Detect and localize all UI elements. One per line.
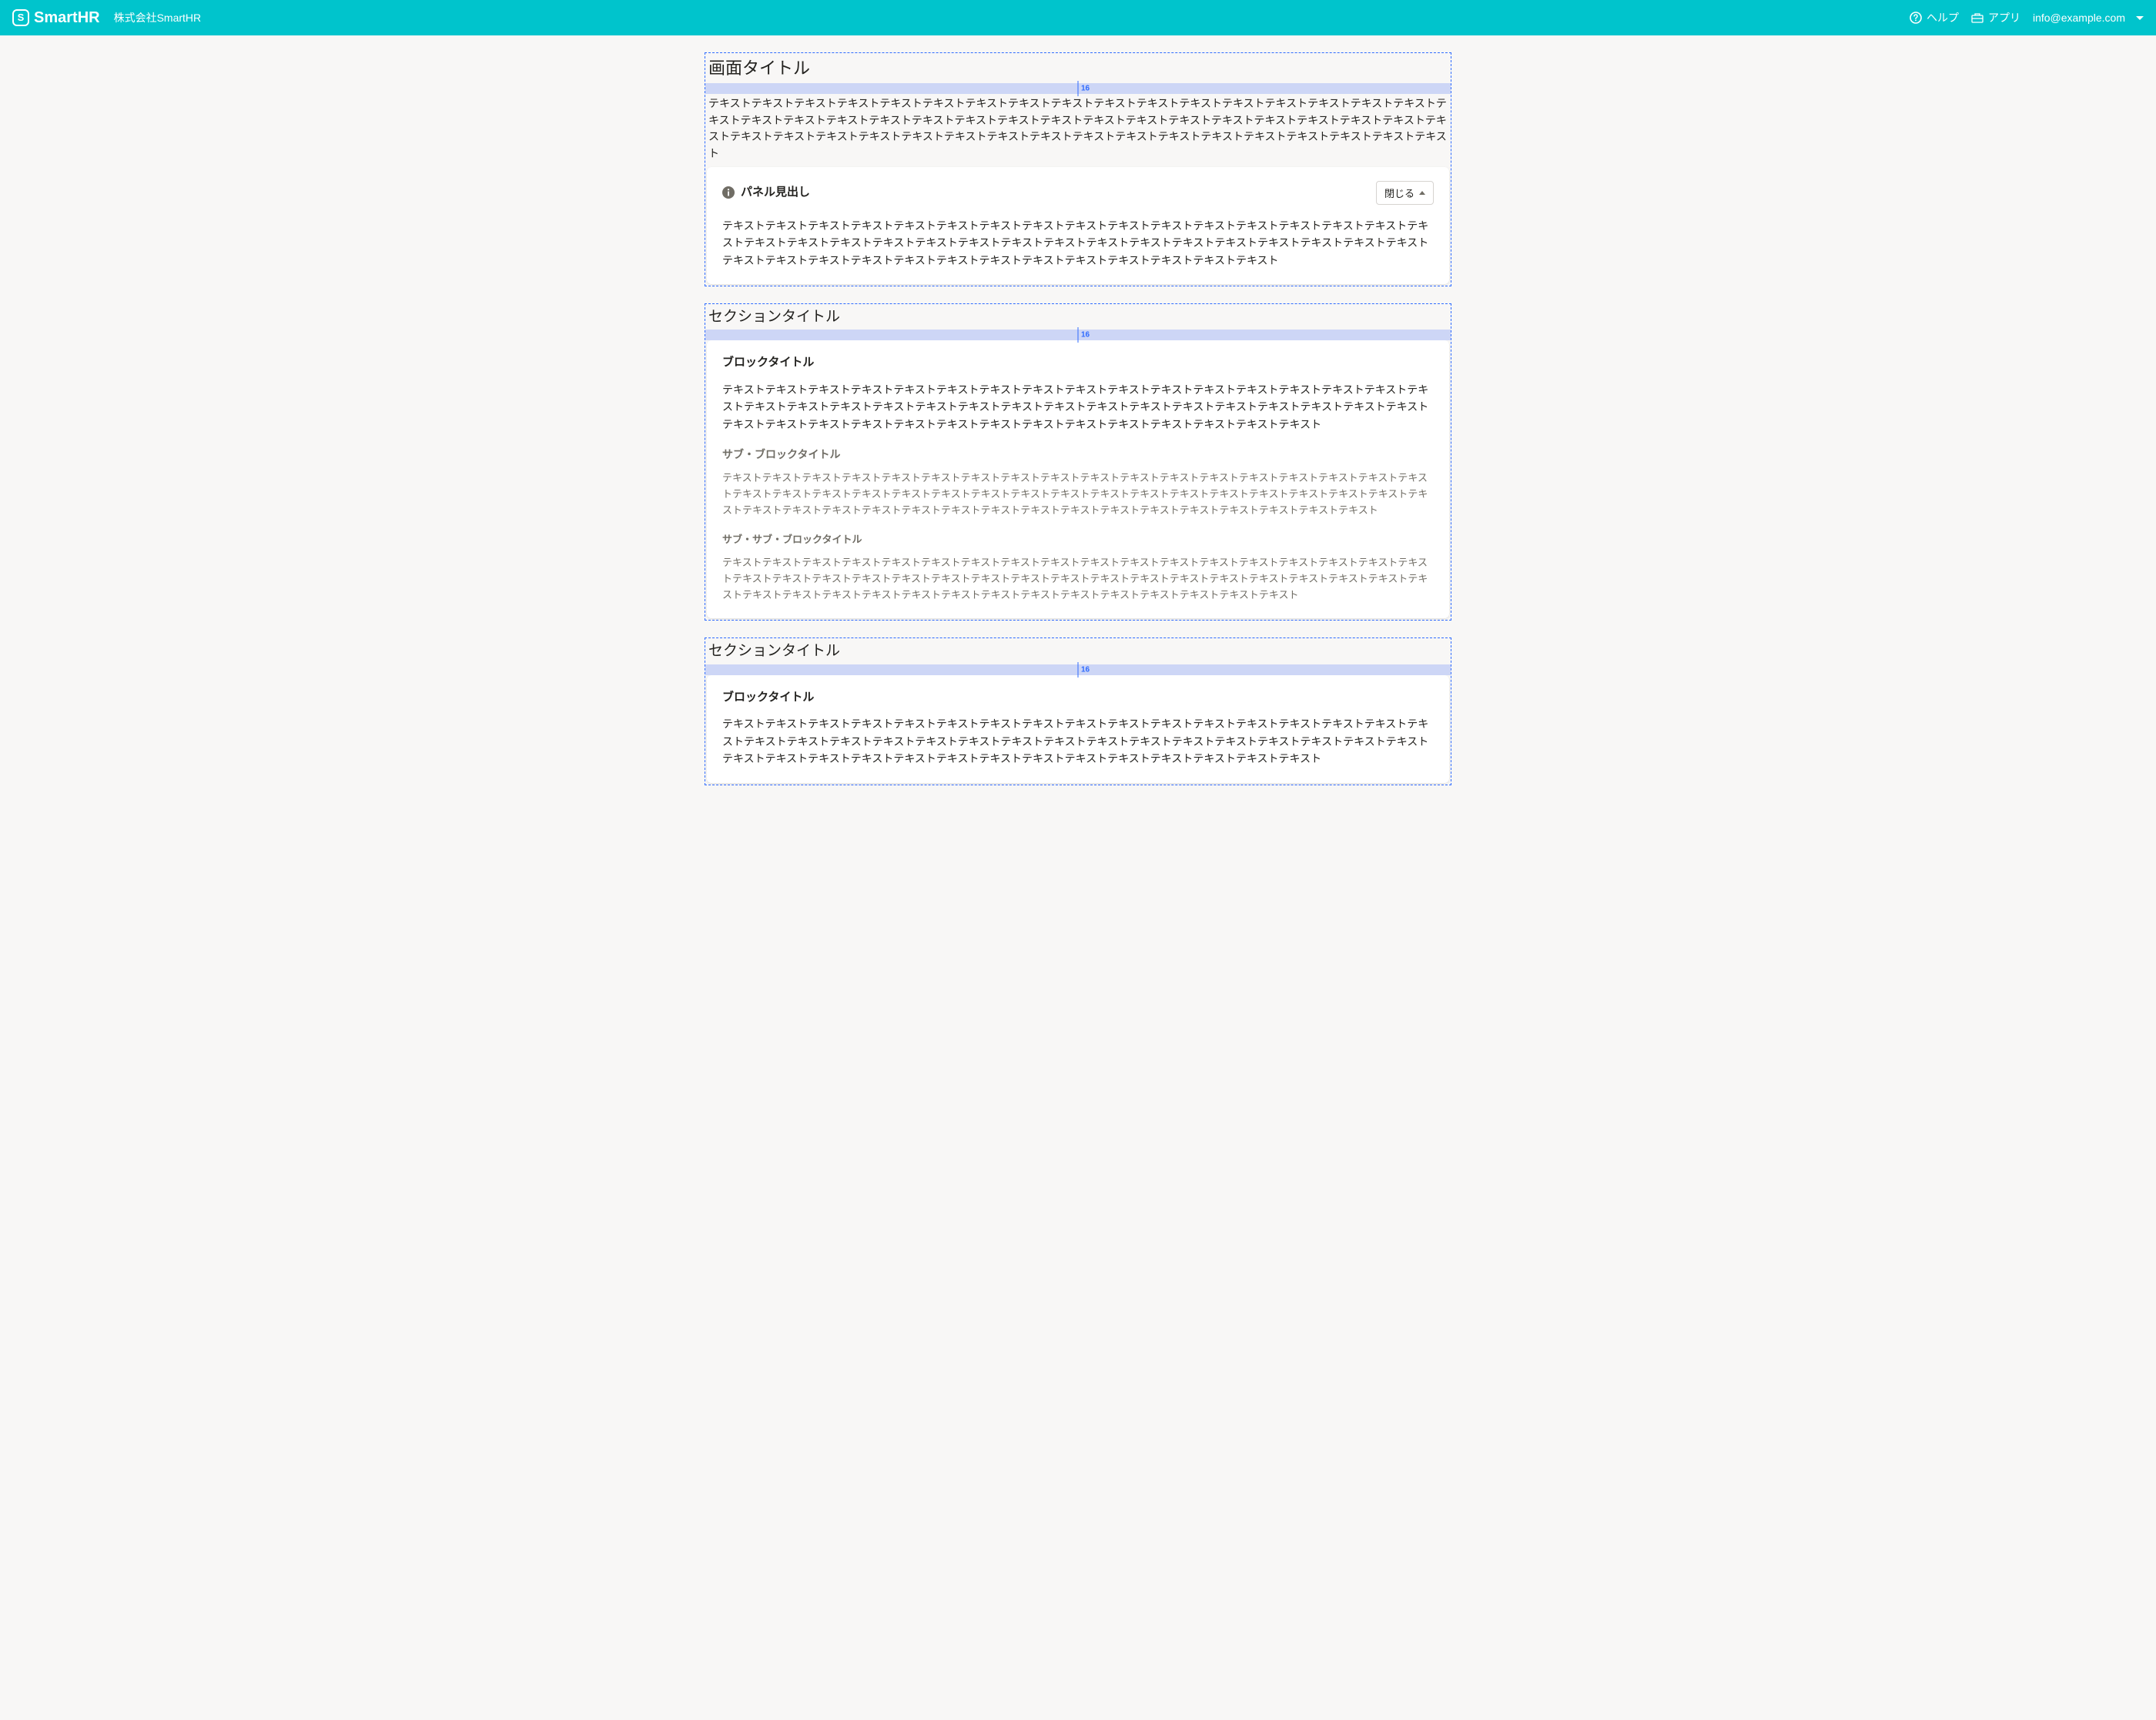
section-region: セクションタイトル 16 ブロックタイトル テキストテキストテキストテキストテキ…	[705, 303, 1451, 621]
brand-logo[interactable]: S SmartHR	[12, 6, 100, 29]
screen-title-region: 画面タイトル 16 テキストテキストテキストテキストテキストテキストテキストテキ…	[705, 52, 1451, 286]
sub-block-title: サブ・ブロックタイトル	[722, 447, 1434, 463]
chevron-up-icon	[1419, 191, 1425, 195]
screen-title: 画面タイトル	[705, 53, 1451, 83]
account-email: info@example.com	[2033, 10, 2125, 26]
content-card: ブロックタイトル テキストテキストテキストテキストテキストテキストテキストテキス…	[707, 340, 1449, 618]
screen-lead-text: テキストテキストテキストテキストテキストテキストテキストテキストテキストテキスト…	[705, 94, 1451, 167]
tenant-name: 株式会社SmartHR	[114, 10, 202, 26]
help-icon	[1910, 12, 1922, 24]
account-menu[interactable]: info@example.com	[2033, 10, 2144, 26]
spacing-value: 16	[1081, 330, 1090, 341]
section-title: セクションタイトル	[705, 304, 1451, 330]
block-text: テキストテキストテキストテキストテキストテキストテキストテキストテキストテキスト…	[722, 381, 1434, 433]
info-icon	[722, 186, 735, 199]
sub-block-text: テキストテキストテキストテキストテキストテキストテキストテキストテキストテキスト…	[722, 470, 1434, 518]
brand-name: SmartHR	[34, 6, 100, 29]
apps-link[interactable]: アプリ	[1971, 10, 2020, 26]
panel-body: テキストテキストテキストテキストテキストテキストテキストテキストテキストテキスト…	[722, 217, 1434, 269]
apps-label: アプリ	[1988, 10, 2020, 26]
panel-heading: パネル見出し	[741, 184, 1370, 202]
brand-logo-mark: S	[12, 9, 29, 26]
sub-sub-block-title: サブ・サブ・ブロックタイトル	[722, 532, 1434, 547]
chevron-down-icon	[2136, 16, 2144, 20]
panel-close-button[interactable]: 閉じる	[1376, 181, 1434, 205]
spacing-value: 16	[1081, 664, 1090, 675]
info-panel: パネル見出し 閉じる テキストテキストテキストテキストテキストテキストテキストテ…	[707, 167, 1449, 284]
content-card: ブロックタイトル テキストテキストテキストテキストテキストテキストテキストテキス…	[707, 675, 1449, 783]
spacing-indicator: 16	[705, 664, 1451, 675]
help-label: ヘルプ	[1927, 10, 1959, 26]
block-title: ブロックタイトル	[722, 689, 1434, 707]
panel-header: パネル見出し 閉じる	[722, 181, 1434, 205]
panel-close-label: 閉じる	[1384, 186, 1414, 200]
spacing-indicator: 16	[705, 83, 1451, 94]
spacing-value: 16	[1081, 83, 1090, 95]
section-region: セクションタイトル 16 ブロックタイトル テキストテキストテキストテキストテキ…	[705, 637, 1451, 785]
block-title: ブロックタイトル	[722, 354, 1434, 372]
app-header: S SmartHR 株式会社SmartHR ヘルプ アプリ info@examp…	[0, 0, 2156, 35]
section-title: セクションタイトル	[705, 638, 1451, 664]
sub-sub-block-text: テキストテキストテキストテキストテキストテキストテキストテキストテキストテキスト…	[722, 555, 1434, 603]
help-link[interactable]: ヘルプ	[1910, 10, 1959, 26]
block-text: テキストテキストテキストテキストテキストテキストテキストテキストテキストテキスト…	[722, 715, 1434, 767]
spacing-indicator: 16	[705, 330, 1451, 340]
toolbox-icon	[1971, 12, 1984, 24]
